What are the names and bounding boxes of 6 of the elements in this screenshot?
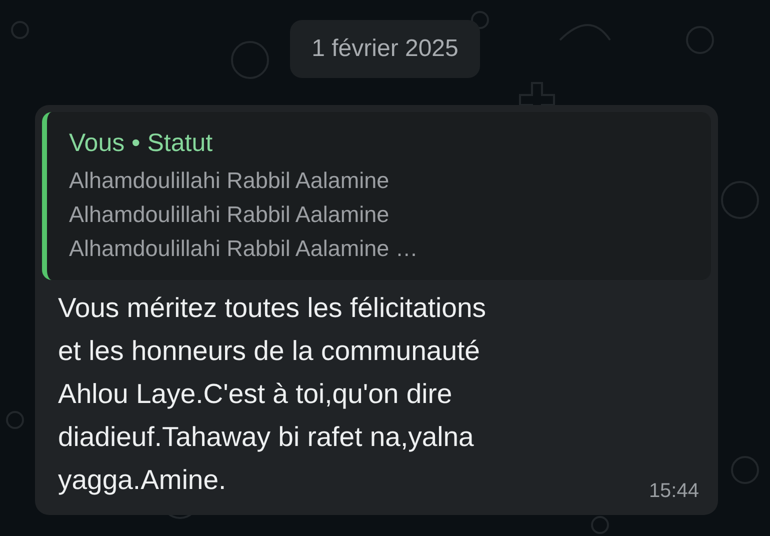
quote-text: Alhamdoulillahi Rabbil Aalamine Alhamdoulillahi Rabbil Aalamine Alhamdoulillahi Rabbil Aalamine … bbox=[69, 167, 419, 263]
quoted-status[interactable]: Vous • Statut Alhamdoulillahi Rabbil Aalamine Alhamdoulillahi Rabbil Aalamine Alhamdoulillahi Rabbil Aalamine … bbox=[42, 112, 711, 280]
message-time: 15:44 bbox=[648, 480, 699, 503]
message-text: Vous méritez toutes les félicitations et les honneurs de la communauté Ahlou Laye.C'est à toi,qu'on dire diadieuf.Tahaway bi rafet na,yalna yagga.Amine. bbox=[58, 291, 486, 497]
quote-author: Vous • Statut bbox=[69, 128, 214, 158]
date-chip: 1 février 2025 bbox=[290, 20, 480, 78]
